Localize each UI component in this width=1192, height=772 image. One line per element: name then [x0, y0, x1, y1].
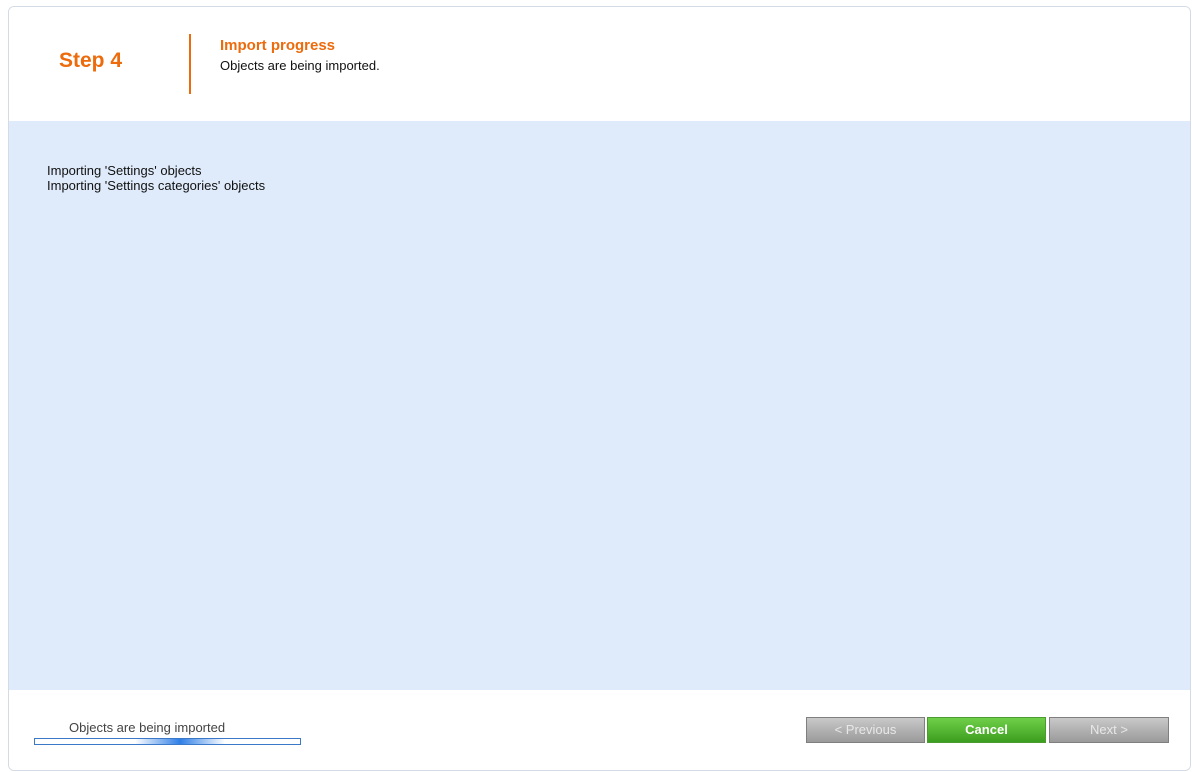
cancel-button[interactable]: Cancel [927, 717, 1046, 743]
progress-status-text: Objects are being imported [69, 720, 226, 735]
import-wizard-panel: Step 4 Import progress Objects are being… [8, 6, 1191, 771]
step-description: Objects are being imported. [220, 58, 380, 73]
step-title: Import progress [220, 37, 336, 54]
next-button[interactable]: Next > [1049, 717, 1169, 743]
previous-button[interactable]: < Previous [806, 717, 925, 743]
step-number: Step 4 [59, 49, 123, 72]
header-divider [189, 34, 191, 94]
wizard-footer: Objects are being imported < Previous Ca… [9, 690, 1190, 770]
progress-bar [34, 738, 301, 745]
log-line: Importing 'Settings' objects [47, 163, 202, 178]
wizard-header: Step 4 Import progress Objects are being… [9, 7, 1190, 121]
import-log: Importing 'Settings' objects Importing '… [47, 163, 265, 193]
progress-indicator [135, 739, 225, 744]
import-log-area: Importing 'Settings' objects Importing '… [9, 121, 1190, 690]
log-line: Importing 'Settings categories' objects [47, 178, 266, 193]
